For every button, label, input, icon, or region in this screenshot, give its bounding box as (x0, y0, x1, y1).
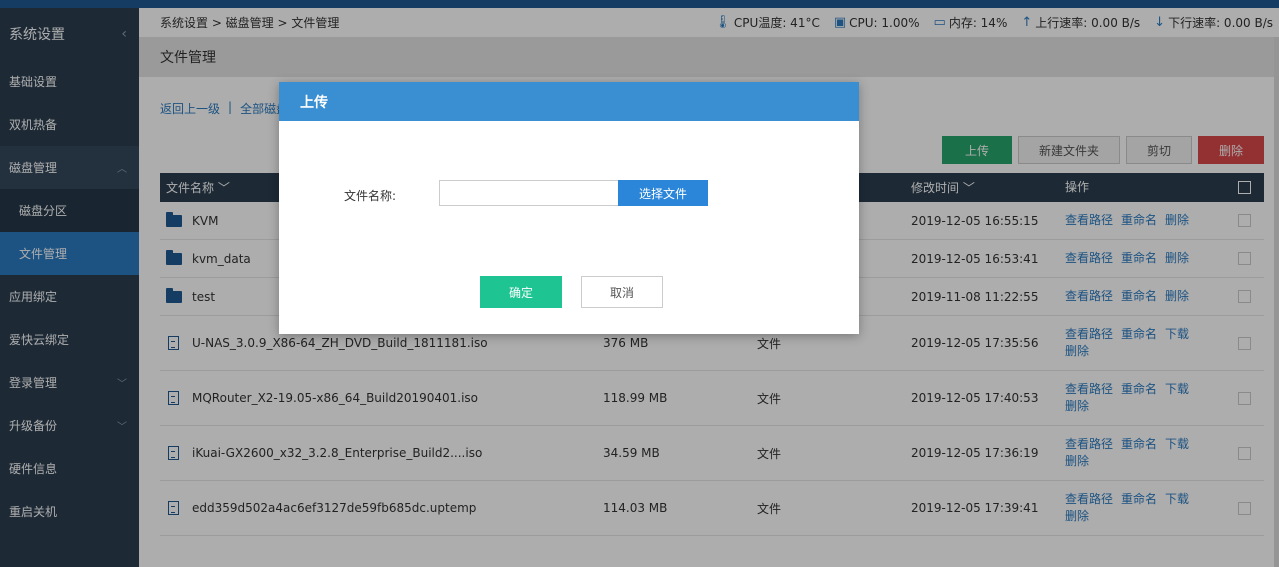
choose-file-button[interactable]: 选择文件 (618, 180, 708, 206)
file-name-label: 文件名称: (344, 189, 397, 203)
cancel-button[interactable]: 取消 (581, 276, 663, 308)
file-name-input[interactable] (439, 180, 619, 206)
upload-dialog: 上传 文件名称: 选择文件 确定 取消 (279, 82, 859, 334)
confirm-button[interactable]: 确定 (480, 276, 562, 308)
dialog-title: 上传 (279, 82, 859, 121)
dialog-body: 文件名称: 选择文件 确定 取消 (279, 121, 859, 334)
